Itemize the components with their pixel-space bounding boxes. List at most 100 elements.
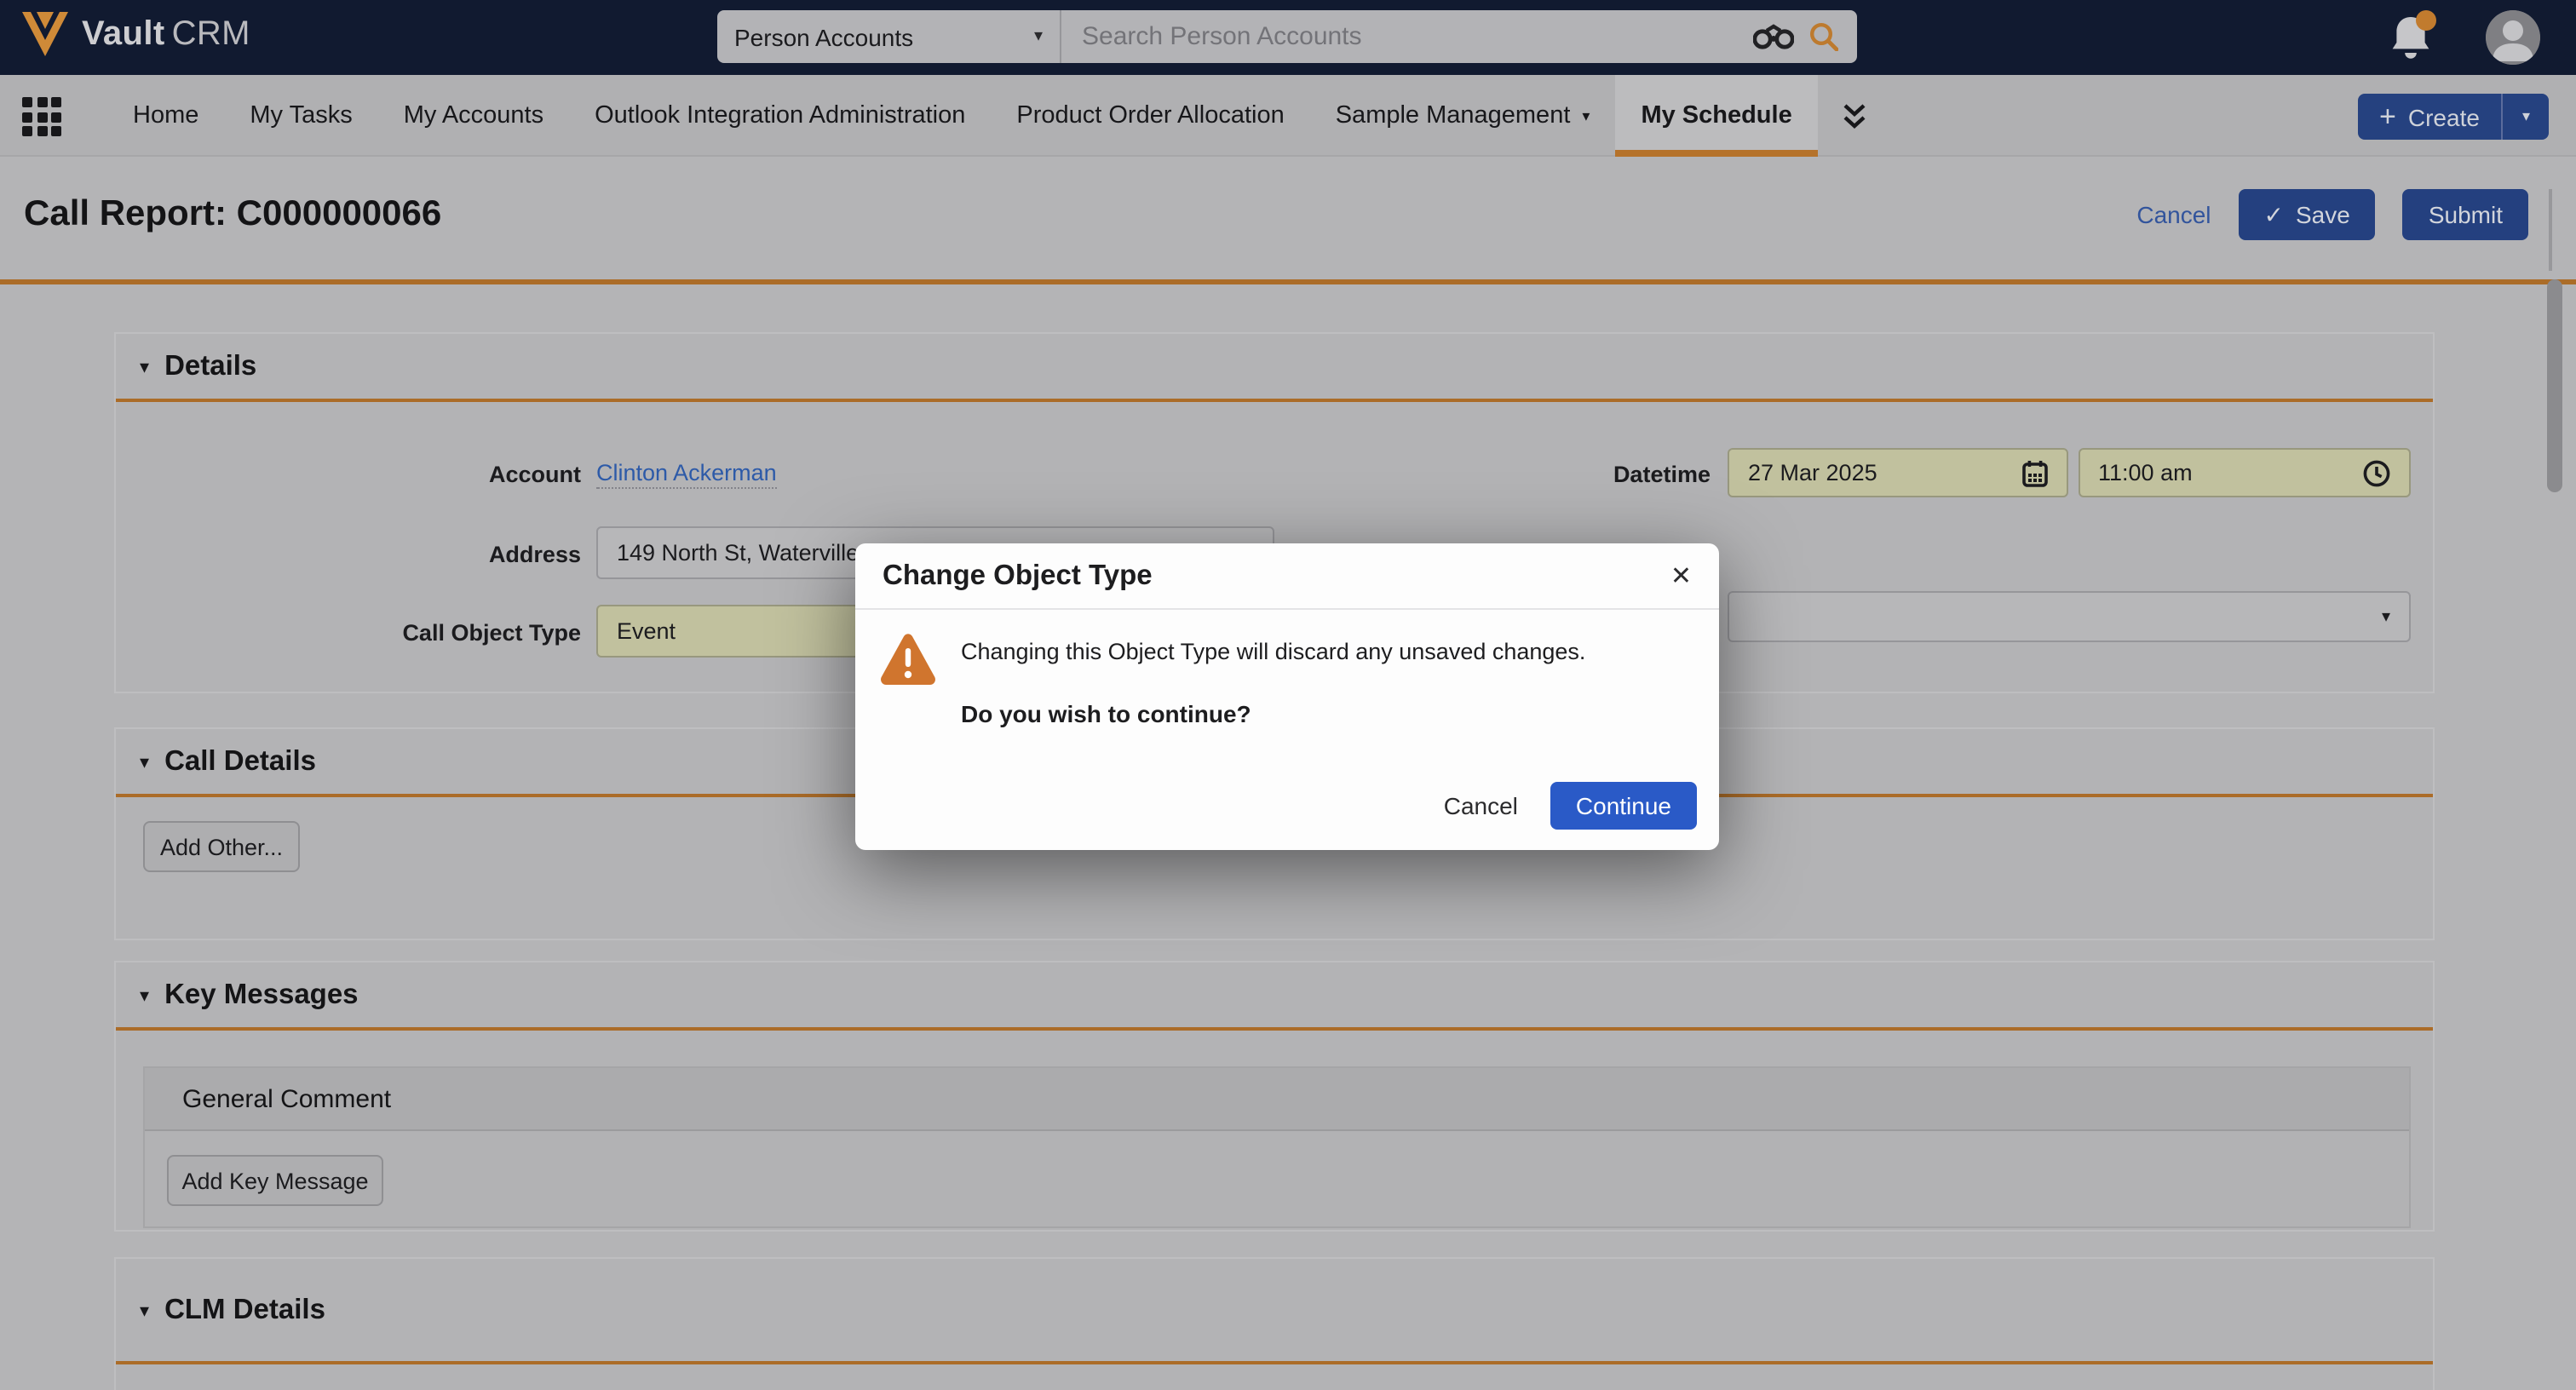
nav-tab-sample-management[interactable]: Sample Management ▾ [1310,75,1616,157]
nav-tab-label: My Accounts [404,102,543,129]
details-section-header[interactable]: ▾ Details [116,334,2433,399]
key-messages-group-title: General Comment [182,1084,391,1113]
modal-body: Changing this Object Type will discard a… [855,610,1719,782]
datetime-label: Datetime [1421,462,1711,487]
app-launcher-grid-icon[interactable] [22,97,65,136]
add-key-message-button-label: Add Key Message [181,1168,368,1193]
nav-tab-label: My Tasks [250,102,352,129]
page-header: Call Report: C000000066 Cancel ✓ Save Su… [0,157,2576,281]
add-key-message-button[interactable]: Add Key Message [167,1155,383,1206]
topbar-right [2389,0,2540,75]
nav-overflow-button[interactable] [1818,75,1891,157]
date-value: 27 Mar 2025 [1748,460,1877,485]
date-field[interactable]: 27 Mar 2025 [1728,448,2068,497]
check-icon: ✓ [2264,200,2284,229]
clm-details-section-title: CLM Details [164,1294,325,1326]
modal-continue-button[interactable]: Continue [1550,782,1697,830]
nav-tab-product-order-allocation[interactable]: Product Order Allocation [991,75,1309,157]
vault-logo-icon [22,12,68,56]
notification-badge [2416,10,2436,31]
create-button-label: Create [2408,103,2480,130]
user-avatar[interactable] [2486,10,2540,65]
account-link[interactable]: Clinton Ackerman [596,460,777,489]
details-section-title: Details [164,350,256,382]
nav-tab-label: Sample Management [1336,102,1571,129]
close-icon[interactable]: ✕ [1670,563,1692,589]
time-field[interactable]: 11:00 am [2078,448,2410,497]
plus-icon: + [2379,100,2396,134]
change-object-type-modal: Change Object Type ✕ Changing this Objec… [855,543,1719,850]
cancel-link[interactable]: Cancel [2136,201,2211,228]
nav-tab-label: Product Order Allocation [1016,102,1284,129]
submit-button-label: Submit [2429,201,2503,228]
clm-details-section-header[interactable]: ▾ CLM Details [116,1259,2433,1361]
nav-tabs: Home My Tasks My Accounts Outlook Integr… [107,75,1891,157]
nav-tab-label: Outlook Integration Administration [595,102,965,129]
search-icons [1753,10,1857,63]
header-actions: Cancel ✓ Save Submit [2136,189,2528,240]
main-navbar: Home My Tasks My Accounts Outlook Integr… [0,75,2576,157]
modal-cancel-button[interactable]: Cancel [1444,792,1518,819]
chevron-down-icon: ▾ [1582,106,1590,125]
create-dropdown-button[interactable]: ▾ [2504,94,2549,140]
search-input[interactable] [1061,10,1753,63]
time-value: 11:00 am [2098,460,2193,485]
key-messages-group-header: General Comment [145,1068,2409,1131]
call-details-section-title: Call Details [164,745,316,778]
collapse-caret-icon: ▾ [140,355,149,377]
nav-tab-home[interactable]: Home [107,75,224,157]
key-messages-section-title: Key Messages [164,979,359,1011]
address-label: Address [286,542,581,567]
avatar-icon [2486,10,2540,65]
nav-tab-label: My Schedule [1641,102,1791,129]
chevron-down-icon: ▾ [2382,607,2390,626]
nav-tab-my-schedule[interactable]: My Schedule [1615,75,1817,157]
vault-crm-app: VaultCRM Person Accounts ▾ [0,0,2576,1390]
modal-message: Changing this Object Type will discard a… [961,639,1585,664]
key-messages-group: General Comment Add Key Message [143,1066,2411,1228]
save-button[interactable]: ✓ Save [2239,189,2376,240]
key-messages-section-header[interactable]: ▾ Key Messages [116,962,2433,1027]
account-label: Account [286,462,581,487]
submit-button[interactable]: Submit [2403,189,2528,240]
nav-tab-my-tasks[interactable]: My Tasks [224,75,377,157]
nav-tab-outlook-integration-administration[interactable]: Outlook Integration Administration [569,75,991,157]
save-button-label: Save [2296,201,2350,228]
modal-title: Change Object Type [883,560,1153,592]
page-scrollbar-thumb[interactable] [2547,279,2562,492]
brand-vault: Vault [82,14,165,52]
vault-crm-logo[interactable]: VaultCRM [22,12,250,56]
call-object-type-value: Event [617,618,676,644]
section-accent-rule [116,1027,2433,1031]
modal-footer: Cancel Continue [1444,782,1697,830]
call-object-type-label: Call Object Type [286,620,581,646]
create-button[interactable]: + Create [2357,94,2502,140]
add-other-button[interactable]: Add Other... [143,821,300,872]
warning-icon [879,632,937,695]
double-chevron-down-icon [1842,101,1867,130]
collapse-caret-icon: ▾ [140,984,149,1006]
search-scope-value: Person Accounts [734,23,913,50]
calendar-icon[interactable] [2022,459,2048,486]
collapse-caret-icon: ▾ [140,1299,149,1321]
page-title: Call Report: C000000066 [24,194,441,235]
brand-text: VaultCRM [82,14,250,54]
brand-crm: CRM [172,14,250,52]
nav-tab-my-accounts[interactable]: My Accounts [378,75,569,157]
channel-select[interactable]: ▾ [1728,591,2411,642]
chevron-down-icon: ▾ [2522,107,2530,126]
clock-icon[interactable] [2362,459,2389,486]
search-icon[interactable] [1809,22,1838,51]
header-scrollbar-divider [2549,189,2552,271]
notifications-button[interactable] [2389,14,2433,61]
header-accent-rule [0,279,2576,284]
key-messages-section: ▾ Key Messages General Comment Add Key M… [114,961,2435,1232]
advanced-search-binoculars-icon[interactable] [1753,24,1794,49]
search-scope-select[interactable]: Person Accounts ▾ [717,10,1060,63]
global-search-bar: Person Accounts ▾ [717,10,1857,63]
modal-continue-label: Continue [1576,792,1671,819]
section-accent-rule [116,1361,2433,1364]
chevron-down-icon: ▾ [1034,27,1043,46]
collapse-caret-icon: ▾ [140,750,149,773]
modal-header: Change Object Type ✕ [855,543,1719,610]
